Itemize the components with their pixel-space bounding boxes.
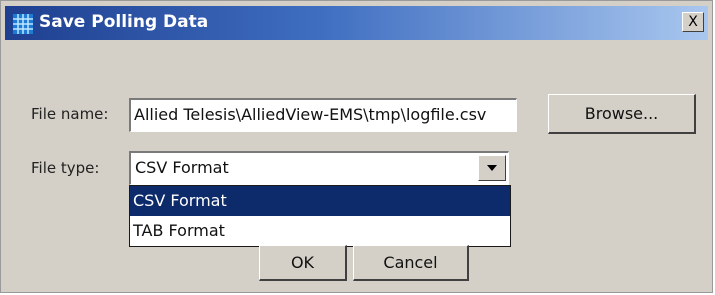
chevron-down-icon[interactable] [478, 155, 506, 181]
file-name-input[interactable]: Allied Telesis\AlliedView-EMS\tmp\logfil… [129, 98, 517, 132]
browse-button[interactable]: Browse... [548, 94, 696, 134]
title-bar[interactable]: Save Polling Data X [5, 6, 708, 40]
cancel-button[interactable]: Cancel [353, 245, 469, 281]
file-type-value: CSV Format [135, 158, 229, 177]
save-polling-data-dialog: Save Polling Data X File name: Allied Te… [0, 0, 713, 293]
grid-icon [13, 14, 33, 34]
ok-button[interactable]: OK [259, 245, 347, 281]
window-title: Save Polling Data [39, 12, 209, 32]
file-type-label: File type: [31, 159, 100, 177]
file-name-label: File name: [31, 105, 109, 123]
option-tab-format[interactable]: TAB Format [130, 216, 510, 246]
close-icon[interactable]: X [682, 12, 704, 32]
option-csv-format[interactable]: CSV Format [130, 186, 510, 216]
file-type-dropdown-list: CSV Format TAB Format [129, 185, 511, 247]
file-type-select[interactable]: CSV Format [129, 151, 509, 185]
